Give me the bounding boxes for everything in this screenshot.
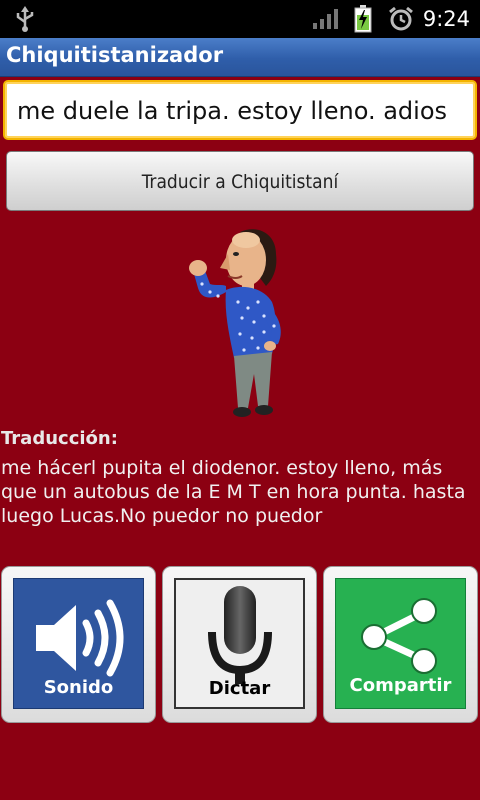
phrase-input-container[interactable] (3, 80, 477, 140)
title-bar: Chiquitistanizador (0, 38, 480, 77)
sound-button-label: Sonido (43, 677, 114, 698)
dictate-button[interactable]: Dictar (162, 566, 317, 723)
clock: 9:24 (422, 7, 470, 31)
chiquito-character-image (189, 229, 281, 417)
app-title: Chiquitistanizador (6, 43, 224, 67)
translation-heading: Traducción: (1, 428, 118, 449)
share-button[interactable]: Compartir (323, 566, 478, 723)
alarm-icon (389, 6, 413, 31)
signal-icon (313, 9, 338, 29)
share-button-face: Compartir (335, 578, 466, 709)
share-icon (361, 598, 437, 674)
microphone-icon (208, 586, 272, 684)
sound-button[interactable]: Sonido (1, 566, 156, 723)
share-button-label: Compartir (349, 675, 452, 696)
phrase-input[interactable] (15, 90, 471, 132)
translation-text: me hácerl pupita el diodenor. estoy llen… (1, 457, 466, 527)
status-bar: 9:24 (0, 0, 480, 38)
dictate-button-face: Dictar (174, 578, 305, 709)
sound-button-face: Sonido (13, 578, 144, 709)
translate-button[interactable]: Traducir a Chiquitistaní (6, 151, 474, 211)
speaker-icon (36, 599, 124, 677)
dictate-button-label: Dictar (208, 678, 271, 699)
usb-icon (16, 6, 34, 32)
battery-charging-icon (354, 5, 372, 33)
